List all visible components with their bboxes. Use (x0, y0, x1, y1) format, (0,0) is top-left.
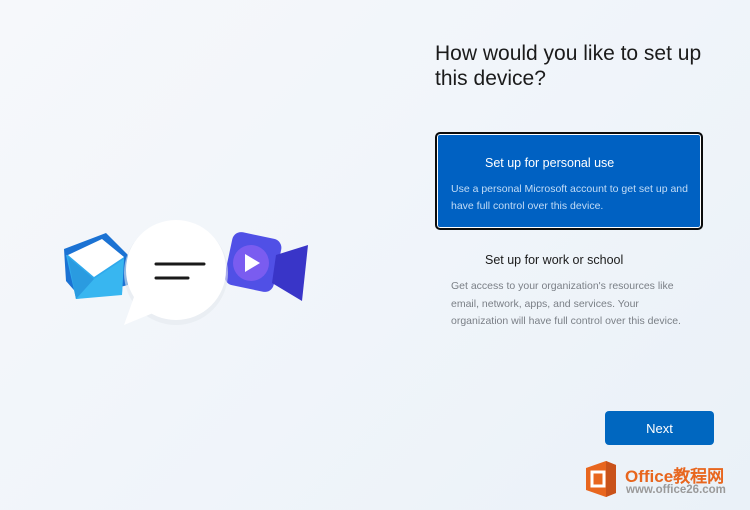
option-work-or-school[interactable]: Set up for work or school Get access to … (435, 244, 703, 354)
watermark: Office教程网 www.office26.com (584, 458, 750, 508)
watermark-url: www.office26.com (626, 484, 726, 496)
page-title: How would you like to set up this device… (435, 42, 702, 90)
next-button[interactable]: Next (605, 411, 714, 445)
office-logo-icon (586, 461, 616, 497)
option-personal-title: Set up for personal use (485, 156, 615, 170)
option-personal-description: Use a personal Microsoft account to get … (451, 183, 688, 212)
option-work-title: Set up for work or school (485, 253, 624, 267)
option-work-description: Get access to your organization's resour… (451, 280, 681, 327)
video-camera-icon (224, 232, 308, 301)
mail-envelope-icon (64, 233, 128, 299)
chat-bubble-icon (124, 220, 228, 325)
setup-illustration (58, 215, 318, 335)
option-personal-use[interactable]: Set up for personal use Use a personal M… (435, 132, 703, 230)
